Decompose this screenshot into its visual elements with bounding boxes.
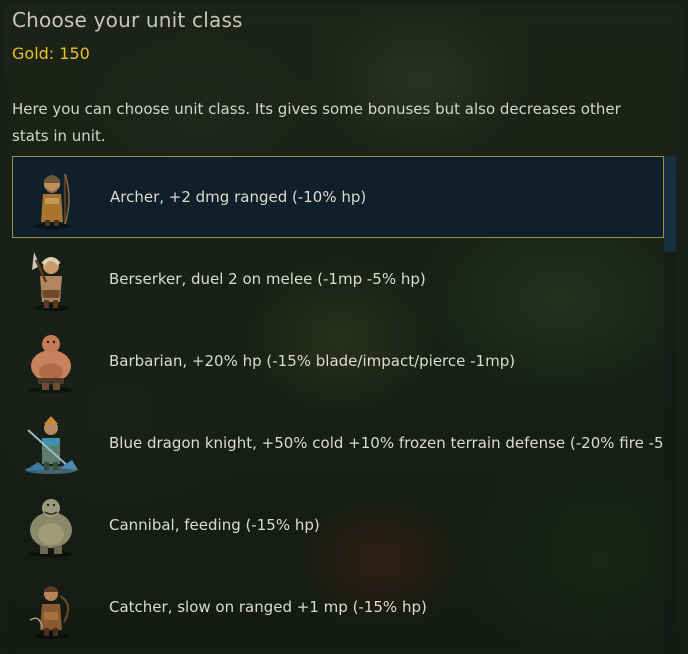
class-row-blue-dragon-knight[interactable]: Blue dragon knight, +50% cold +10% froze… xyxy=(12,402,664,484)
class-row-cannibal[interactable]: Cannibal, feeding (-15% hp) xyxy=(12,484,664,566)
cannibal-portrait-icon xyxy=(16,490,86,560)
catcher-portrait-icon xyxy=(16,572,86,642)
class-label: Barbarian, +20% hp (-15% blade/impact/pi… xyxy=(109,352,516,370)
class-label: Blue dragon knight, +50% cold +10% froze… xyxy=(109,434,664,452)
dialog-description: Here you can choose unit class. Its give… xyxy=(12,100,621,145)
gold-amount: Gold: 150 xyxy=(12,44,90,63)
class-row-barbarian[interactable]: Barbarian, +20% hp (-15% blade/impact/pi… xyxy=(12,320,664,402)
unit-class-dialog: Choose your unit class Gold: 150 Here yo… xyxy=(0,0,688,654)
class-row-archer[interactable]: Archer, +2 dmg ranged (-10% hp) xyxy=(12,156,664,238)
class-row-berserker[interactable]: Berserker, duel 2 on melee (-1mp -5% hp) xyxy=(12,238,664,320)
blue-dragon-knight-portrait-icon xyxy=(16,408,86,478)
list-scrollbar-thumb[interactable] xyxy=(664,156,676,252)
unit-class-list: Archer, +2 dmg ranged (-10% hp) Berserke… xyxy=(12,156,664,654)
archer-portrait-icon xyxy=(17,162,87,232)
class-label: Catcher, slow on ranged +1 mp (-15% hp) xyxy=(109,598,427,616)
berserker-portrait-icon xyxy=(16,244,86,314)
class-label: Cannibal, feeding (-15% hp) xyxy=(109,516,320,534)
barbarian-portrait-icon xyxy=(16,326,86,396)
class-label: Berserker, duel 2 on melee (-1mp -5% hp) xyxy=(109,270,426,288)
dialog-title: Choose your unit class xyxy=(12,8,243,32)
class-row-catcher[interactable]: Catcher, slow on ranged +1 mp (-15% hp) xyxy=(12,566,664,648)
class-label: Archer, +2 dmg ranged (-10% hp) xyxy=(110,188,367,206)
